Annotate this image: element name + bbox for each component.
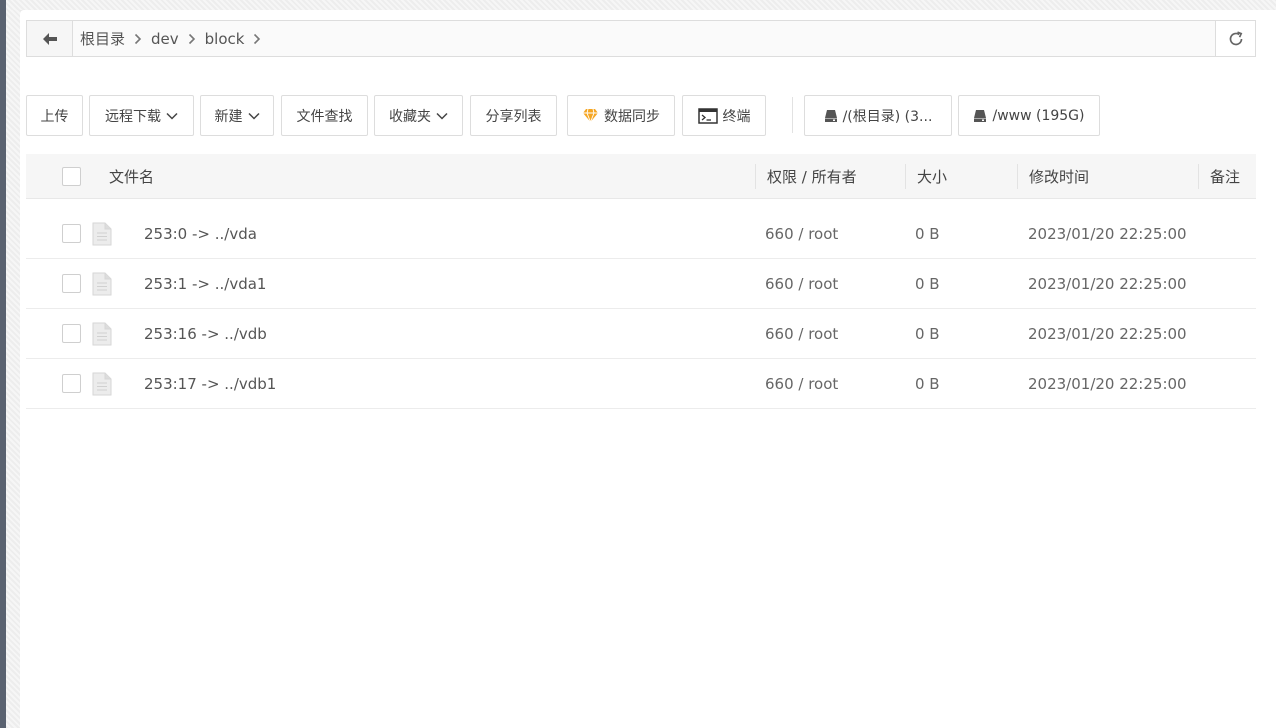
select-all-checkbox[interactable]: [62, 167, 81, 186]
breadcrumb-root[interactable]: 根目录: [80, 28, 125, 49]
row-checkbox[interactable]: [62, 274, 81, 293]
file-permission[interactable]: 660 / root: [765, 209, 838, 259]
data-sync-button[interactable]: 数据同步: [567, 95, 675, 136]
file-name[interactable]: 253:0 -> ../vda: [144, 209, 257, 259]
chevron-right-icon[interactable]: [244, 29, 270, 49]
row-checkbox[interactable]: [62, 324, 81, 343]
chevron-down-icon: [436, 112, 448, 120]
data-sync-label: 数据同步: [604, 108, 660, 125]
column-header-modified[interactable]: 修改时间: [1029, 154, 1089, 199]
disk-www-button[interactable]: /www (195G): [958, 95, 1100, 136]
share-list-button[interactable]: 分享列表: [470, 95, 557, 136]
file-icon: [92, 372, 112, 396]
terminal-icon: [697, 107, 718, 124]
favorites-label: 收藏夹: [389, 108, 431, 125]
table-row[interactable]: 253:0 -> ../vda 660 / root 0 B 2023/01/2…: [26, 209, 1256, 259]
chevron-down-icon: [166, 112, 178, 120]
file-size: 0 B: [915, 225, 940, 243]
file-icon: [92, 322, 112, 346]
diamond-icon: [583, 108, 598, 123]
toolbar-divider: [792, 97, 793, 133]
column-header-size[interactable]: 大小: [917, 154, 947, 199]
column-header-remark: 备注: [1210, 168, 1241, 186]
file-size: 0 B: [915, 275, 940, 293]
disk-www-label: /www (195G): [992, 107, 1085, 124]
share-list-label: 分享列表: [485, 108, 542, 125]
breadcrumb-block[interactable]: block: [205, 30, 245, 48]
column-header-permission[interactable]: 权限 / 所有者: [767, 154, 857, 199]
remote-download-label: 远程下载: [105, 108, 161, 125]
terminal-button[interactable]: 终端: [682, 95, 766, 136]
file-name[interactable]: 253:17 -> ../vdb1: [144, 359, 276, 409]
file-permission[interactable]: 660 / root: [765, 309, 838, 359]
remote-download-button[interactable]: 远程下载: [89, 95, 194, 136]
file-modified-time: 2023/01/20 22:25:00: [1028, 375, 1187, 393]
favorites-button[interactable]: 收藏夹: [374, 95, 463, 136]
refresh-button[interactable]: [1215, 21, 1255, 56]
table-row[interactable]: 253:1 -> ../vda1 660 / root 0 B 2023/01/…: [26, 259, 1256, 309]
file-permission[interactable]: 660 / root: [765, 259, 838, 309]
new-button[interactable]: 新建: [200, 95, 274, 136]
back-button[interactable]: [27, 21, 73, 56]
table-row[interactable]: 253:16 -> ../vdb 660 / root 0 B 2023/01/…: [26, 309, 1256, 359]
path-bar: 根目录 dev block: [26, 20, 1256, 57]
column-divider[interactable]: [1017, 164, 1018, 189]
chevron-right-icon: [125, 29, 151, 49]
file-search-label: 文件查找: [296, 108, 353, 125]
chevron-right-icon: [179, 29, 205, 49]
terminal-label: 终端: [722, 108, 751, 125]
table-row[interactable]: 253:17 -> ../vdb1 660 / root 0 B 2023/01…: [26, 359, 1256, 409]
arrow-left-icon: [42, 32, 57, 45]
upload-button[interactable]: 上传: [26, 95, 83, 136]
window-gutter-top: [6, 0, 1276, 10]
file-size: 0 B: [915, 375, 940, 393]
file-name[interactable]: 253:1 -> ../vda1: [144, 259, 266, 309]
file-modified-time: 2023/01/20 22:25:00: [1028, 225, 1187, 243]
row-checkbox[interactable]: [62, 374, 81, 393]
row-checkbox[interactable]: [62, 224, 81, 243]
upload-label: 上传: [40, 108, 69, 125]
column-header-name[interactable]: 文件名: [109, 154, 154, 199]
column-divider[interactable]: [1198, 164, 1199, 189]
window-gutter: [6, 0, 20, 728]
chevron-down-icon: [247, 112, 260, 120]
breadcrumb-dev[interactable]: dev: [151, 30, 179, 48]
column-divider[interactable]: [905, 164, 906, 189]
disk-root-label: /(根目录) (3...: [842, 108, 933, 125]
file-name[interactable]: 253:16 -> ../vdb: [144, 309, 267, 359]
file-search-button[interactable]: 文件查找: [281, 95, 368, 136]
disk-icon: [974, 109, 987, 122]
new-label: 新建: [214, 108, 243, 125]
file-permission[interactable]: 660 / root: [765, 359, 838, 409]
table-header: 文件名 权限 / 所有者 大小 修改时间 备注: [26, 154, 1256, 199]
file-icon: [92, 272, 112, 296]
file-icon: [92, 222, 112, 246]
file-modified-time: 2023/01/20 22:25:00: [1028, 325, 1187, 343]
column-divider[interactable]: [755, 164, 756, 189]
breadcrumb: 根目录 dev block: [73, 21, 1215, 56]
disk-icon: [824, 109, 837, 122]
refresh-icon: [1229, 30, 1242, 45]
disk-root-button[interactable]: /(根目录) (3...: [804, 95, 952, 136]
file-size: 0 B: [915, 325, 940, 343]
file-modified-time: 2023/01/20 22:25:00: [1028, 275, 1187, 293]
